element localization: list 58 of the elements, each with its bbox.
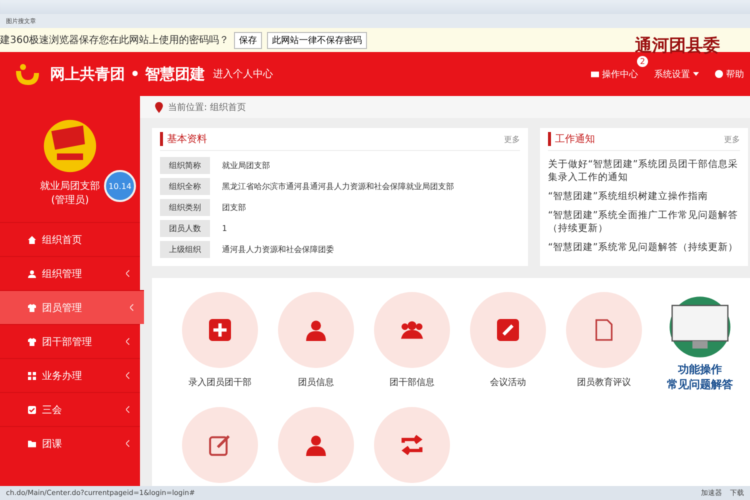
folder-icon (28, 440, 36, 448)
field-value: 就业局团支部 (222, 160, 270, 171)
card-title: 工作通知 (548, 132, 595, 146)
notification-badge: 2 (637, 56, 648, 66)
password-button[interactable]: 保存 (234, 32, 262, 48)
field-value: 黑龙江省哈尔滨市通河县通河县人力资源和社会保障就业局团支部 (222, 181, 454, 192)
person-icon (305, 434, 327, 456)
shortcut-label: 团员教育评议 (577, 376, 631, 389)
avatar[interactable]: 10.14 (104, 170, 136, 202)
emblem-icon (42, 118, 98, 174)
house-icon (28, 236, 36, 244)
field-label: 团员人数 (160, 220, 210, 237)
help-banner[interactable]: 功能操作 常见问题解答 (655, 292, 745, 392)
location-pin-icon (155, 102, 163, 112)
field-label: 组织类别 (160, 199, 210, 216)
notice-link[interactable]: “智慧团建”系统组织树建立操作指南 (548, 190, 740, 203)
banner-title: 功能操作 (678, 362, 722, 377)
group-icon (401, 319, 423, 341)
banner-subtitle: 常见问题解答 (667, 377, 733, 392)
shortcut-label: 会议活动 (490, 376, 526, 389)
shortcut-label: 团干部信息 (390, 376, 434, 389)
swap-icon (401, 434, 423, 456)
person-icon (305, 319, 327, 341)
more-link[interactable]: 更多 (724, 134, 740, 144)
notice-link[interactable]: 关于做好“智慧团建”系统团员团干部信息采集录入工作的通知 (548, 158, 740, 184)
org-name: 就业局团支部 (管理员) (40, 180, 100, 208)
shortcut-label: 团员信息 (298, 376, 334, 389)
header-action[interactable]: 帮助 (715, 68, 744, 80)
notice-link[interactable]: “智慧团建”系统常见问题解答（持续更新） (548, 241, 740, 254)
shirt-icon (28, 304, 36, 312)
overlay-title: 通河团县委 (635, 35, 720, 57)
field-label: 组织全称 (160, 178, 210, 195)
shortcut-label: 录入团员团干部 (188, 376, 252, 389)
field-value: 通河县人力资源和社会保障团委 (222, 244, 334, 255)
card-title: 基本资料 (160, 132, 207, 146)
caret-icon (693, 72, 699, 76)
menu-item[interactable]: 团员管理 (0, 290, 144, 324)
header-action[interactable]: 操作中心 (591, 68, 638, 80)
checkbox-icon (28, 406, 36, 414)
more-link[interactable]: 更多 (504, 134, 520, 144)
field-value: 1 (222, 224, 228, 233)
plus-icon (209, 319, 231, 341)
pencil-icon (497, 319, 519, 341)
breadcrumb: 当前位置: 组织首页 (140, 96, 750, 118)
pencil-icon (209, 434, 231, 456)
field-label: 组织简称 (160, 157, 210, 174)
password-prompt: 建360极速浏览器保存您在此网站上使用的密码吗？ (0, 34, 230, 47)
site-title: 网上共青团 • 智慧团建 (50, 64, 206, 84)
mail-icon (591, 70, 599, 78)
notice-link[interactable]: “智慧团建”系统全面推广工作常见问题解答（持续更新） (548, 209, 740, 235)
header-action[interactable]: 系统设置 (654, 68, 699, 80)
password-button[interactable]: 此网站一律不保存密码 (267, 32, 368, 48)
field-value: 团支部 (222, 202, 246, 213)
personal-center-link[interactable]: 进入个人中心 (213, 67, 274, 81)
field-label: 上级组织 (160, 241, 210, 258)
shirt-icon (28, 338, 36, 346)
document-icon (593, 319, 615, 341)
grid-icon (28, 372, 36, 380)
